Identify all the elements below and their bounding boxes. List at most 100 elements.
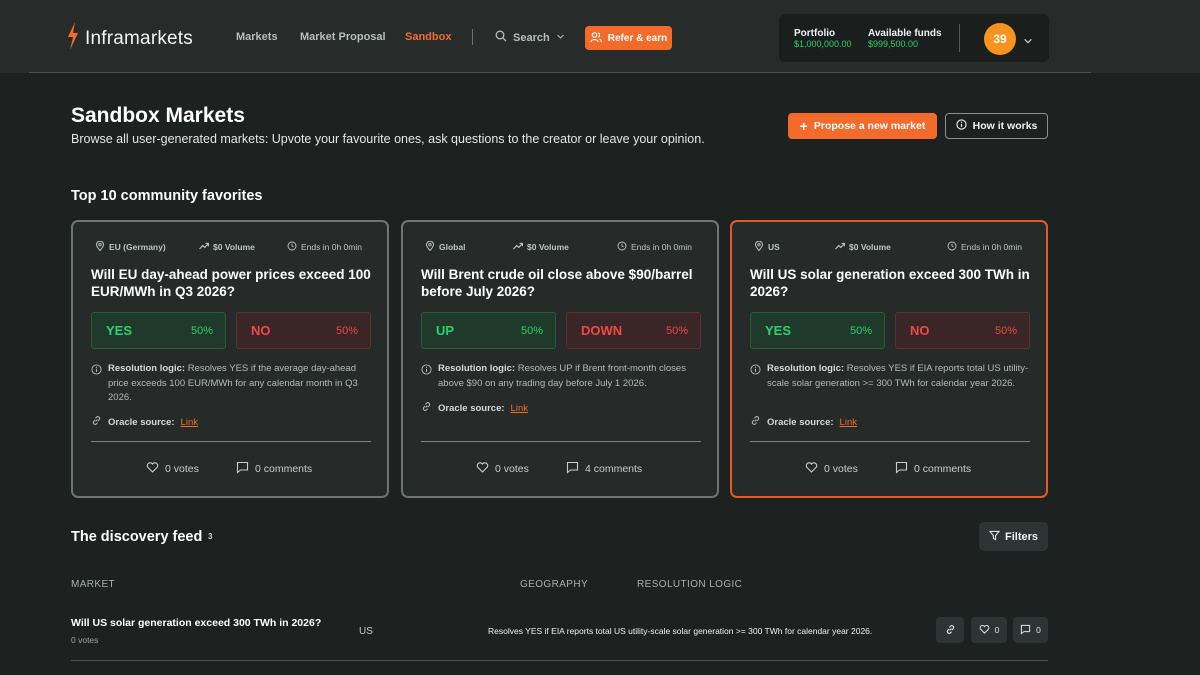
search-icon [495, 30, 507, 45]
row-resolution: Resolves YES if EIA reports total US uti… [488, 626, 873, 636]
row-vote-button[interactable]: 0 [971, 617, 1007, 643]
column-header-resolution[interactable]: RESOLUTION LOGIC [637, 579, 742, 590]
oracle-source: Oracle source: Link [91, 415, 198, 429]
row-market-title[interactable]: Will US solar generation exceed 300 TWh … [71, 617, 321, 629]
avatar[interactable]: 39 [984, 23, 1016, 55]
comments-count: 0 comments [255, 463, 313, 475]
vote-button[interactable]: 0 votes [146, 461, 199, 477]
outcome-down-button[interactable]: DOWN 50% [566, 312, 701, 349]
resolution-logic: Resolution logic: Resolves UP if Brent f… [421, 362, 706, 391]
clock-icon [947, 241, 957, 253]
volume-label: $0 Volume [849, 242, 891, 252]
outcome-percent: 50% [994, 324, 1017, 337]
oracle-link[interactable]: Link [840, 417, 857, 428]
resolution-label: Resolution logic: [438, 363, 516, 374]
row-divider [71, 660, 1048, 661]
resolution-logic: Resolution logic: Resolves YES if the av… [91, 362, 376, 406]
how-it-works-button[interactable]: How it works [945, 113, 1048, 139]
feed-count-badge: 3 [208, 532, 213, 541]
vote-button[interactable]: 0 votes [805, 461, 858, 477]
market-card[interactable]: Global $0 Volume Ends in 0h 0min Will Br… [401, 220, 719, 498]
wallet-panel: Portfolio $1,000,000.00 Available funds … [779, 14, 1049, 62]
votes-count: 0 votes [165, 463, 199, 475]
ends-label: Ends in 0h 0min [301, 242, 362, 252]
row-votes: 0 votes [71, 635, 99, 645]
search-button[interactable]: Search [495, 30, 565, 45]
comments-count: 0 comments [914, 463, 972, 475]
comment-icon [895, 461, 908, 477]
row-comment-button[interactable]: 0 [1013, 617, 1048, 643]
card-region: EU (Germany) [95, 240, 166, 253]
chevron-down-icon[interactable] [1023, 33, 1033, 44]
comments-button[interactable]: 0 comments [236, 461, 312, 477]
row-link-button[interactable] [936, 617, 964, 643]
location-pin-icon [95, 240, 105, 253]
link-icon [91, 415, 102, 429]
heart-icon [805, 461, 818, 477]
propose-market-button[interactable]: + Propose a new market [788, 113, 937, 139]
plus-icon: + [799, 118, 808, 134]
nav-divider [472, 29, 473, 45]
filters-button[interactable]: Filters [979, 522, 1048, 551]
market-card[interactable]: EU (Germany) $0 Volume Ends in 0h 0min W… [71, 220, 389, 498]
feed-title: The discovery feed [71, 529, 203, 545]
portfolio-value: $1,000,000.00 [794, 39, 852, 49]
comment-icon [1020, 624, 1031, 637]
oracle-link[interactable]: Link [511, 403, 528, 414]
available-funds-value: $999,500.00 [868, 39, 919, 49]
logo-text: Inframarkets [85, 27, 193, 49]
votes-count: 0 votes [824, 463, 858, 475]
outcome-label: DOWN [581, 323, 623, 338]
market-question[interactable]: Will EU day-ahead power prices exceed 10… [91, 266, 376, 300]
card-volume: $0 Volume [835, 241, 891, 253]
comments-button[interactable]: 4 comments [566, 461, 642, 477]
oracle-label: Oracle source: [108, 416, 175, 428]
heart-icon [146, 461, 159, 477]
outcome-no-button[interactable]: NO 50% [236, 312, 371, 349]
outcome-label: YES [106, 323, 133, 338]
outcome-percent: 50% [665, 324, 688, 337]
market-question[interactable]: Will US solar generation exceed 300 TWh … [750, 266, 1035, 300]
market-question[interactable]: Will Brent crude oil close above $90/bar… [421, 266, 706, 300]
clock-icon [617, 241, 627, 253]
link-icon [421, 401, 432, 415]
ends-label: Ends in 0h 0min [631, 242, 692, 252]
oracle-source: Oracle source: Link [750, 415, 857, 429]
chevron-down-icon [556, 32, 565, 44]
oracle-source: Oracle source: Link [421, 401, 528, 415]
column-header-geography[interactable]: GEOGRAPHY [520, 579, 588, 590]
card-divider [91, 441, 371, 442]
refer-earn-button[interactable]: Refer & earn [585, 26, 672, 50]
portfolio-label: Portfolio [794, 28, 836, 39]
row-geography: US [359, 626, 373, 637]
nav-sandbox[interactable]: Sandbox [405, 31, 451, 43]
available-funds-label: Available funds [868, 28, 942, 39]
vote-button[interactable]: 0 votes [476, 461, 529, 477]
outcome-up-button[interactable]: UP 50% [421, 312, 556, 349]
market-card[interactable]: US $0 Volume Ends in 0h 0min Will US sol… [730, 220, 1048, 498]
comments-count: 4 comments [585, 463, 643, 475]
trending-up-icon [513, 241, 523, 253]
outcome-percent: 50% [190, 324, 213, 337]
card-divider [421, 441, 701, 442]
card-volume: $0 Volume [513, 241, 569, 253]
nav-markets[interactable]: Markets [236, 31, 278, 43]
nav-market-proposal[interactable]: Market Proposal [300, 31, 386, 43]
outcome-yes-button[interactable]: YES 50% [750, 312, 885, 349]
logo[interactable]: Inframarkets [66, 22, 193, 55]
outcome-yes-button[interactable]: YES 50% [91, 312, 226, 349]
filters-label: Filters [1004, 530, 1038, 543]
info-icon [750, 362, 761, 391]
card-ends: Ends in 0h 0min [287, 241, 362, 253]
outcome-percent: 50% [335, 324, 358, 337]
oracle-link[interactable]: Link [181, 417, 198, 428]
heart-icon [476, 461, 489, 477]
row-vote-count: 0 [994, 625, 1000, 635]
comments-button[interactable]: 0 comments [895, 461, 971, 477]
comment-icon [236, 461, 249, 477]
card-volume: $0 Volume [199, 241, 255, 253]
outcome-no-button[interactable]: NO 50% [895, 312, 1030, 349]
link-icon [945, 624, 956, 637]
bolt-logo-icon [66, 22, 80, 55]
column-header-market[interactable]: MARKET [71, 579, 115, 590]
